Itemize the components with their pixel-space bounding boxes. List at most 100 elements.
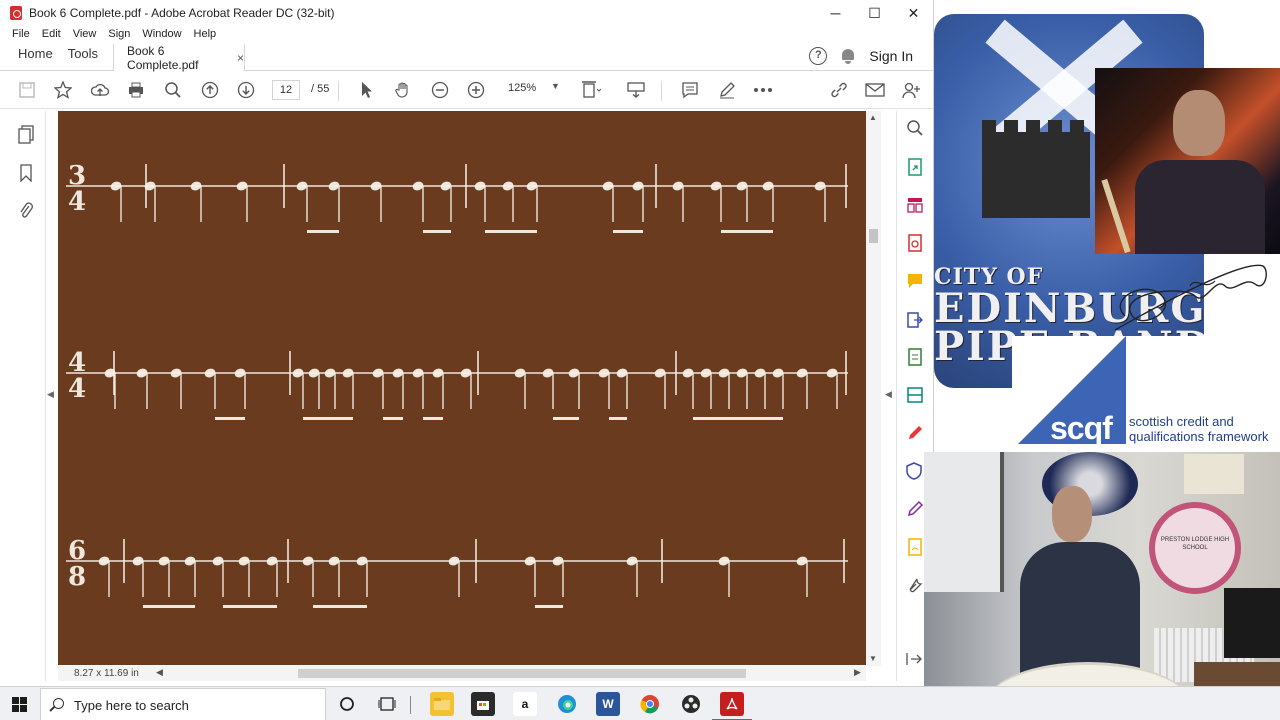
scan-ocr-icon[interactable] xyxy=(906,386,926,406)
attachment-icon[interactable] xyxy=(16,201,36,221)
pen-icon[interactable] xyxy=(716,79,738,101)
scroll-right-icon[interactable]: ▶ xyxy=(854,667,861,678)
time-signature-bottom: 8 xyxy=(68,562,86,592)
bagpipe-drone xyxy=(1101,178,1131,254)
menu-view[interactable]: View xyxy=(73,28,97,40)
scroll-down-icon[interactable]: ▼ xyxy=(869,654,877,663)
email-icon[interactable] xyxy=(864,79,886,101)
page-thumbnails-icon[interactable] xyxy=(16,125,36,145)
minimize-button[interactable]: ─ xyxy=(816,5,855,22)
note-beam xyxy=(303,417,353,420)
note-beam xyxy=(313,605,367,608)
zoom-tool-icon[interactable] xyxy=(906,119,926,139)
page-number-input[interactable]: 12 xyxy=(272,80,300,100)
more-icon[interactable] xyxy=(752,79,774,101)
comment-tool-icon[interactable] xyxy=(906,272,926,292)
taskbar-search-input[interactable]: Type here to search xyxy=(40,688,326,720)
collapse-tools-icon[interactable] xyxy=(906,652,926,672)
tab-bar: Home Tools Book 6 Complete.pdf × ? Sign … xyxy=(0,42,933,72)
scroll-mode-icon[interactable] xyxy=(625,79,647,101)
note-beam xyxy=(383,417,403,420)
zoom-in-icon[interactable] xyxy=(465,79,487,101)
menu-help[interactable]: Help xyxy=(194,28,217,40)
left-panel-collapse-icon[interactable]: ◀ xyxy=(47,389,54,400)
edge-icon[interactable] xyxy=(555,692,579,716)
horizontal-scroll-thumb[interactable] xyxy=(298,669,746,678)
scroll-up-icon[interactable]: ▲ xyxy=(869,113,877,122)
window-controls: ─ ☐ ✕ xyxy=(816,5,933,22)
fill-sign-icon[interactable] xyxy=(906,424,926,444)
school-sign: PRESTON LODGE HIGH SCHOOL xyxy=(1149,502,1241,594)
right-panel-collapse-icon[interactable]: ◀ xyxy=(885,389,892,400)
star-icon[interactable] xyxy=(52,79,74,101)
horizontal-scrollbar[interactable]: 8.27 x 11.69 in ◀ ▶ xyxy=(58,666,866,681)
print-icon[interactable] xyxy=(125,79,147,101)
send-for-signature-icon[interactable] xyxy=(906,538,926,558)
compress-pdf-icon[interactable] xyxy=(906,348,926,368)
vertical-scroll-thumb[interactable] xyxy=(869,229,878,243)
create-pdf-icon[interactable] xyxy=(906,234,926,254)
menu-window[interactable]: Window xyxy=(142,28,181,40)
acrobat-icon[interactable] xyxy=(712,692,752,720)
fit-page-icon[interactable] xyxy=(580,79,602,101)
share-user-icon[interactable] xyxy=(900,79,922,101)
save-icon[interactable] xyxy=(16,79,38,101)
chrome-icon[interactable] xyxy=(638,692,662,716)
select-icon[interactable] xyxy=(356,79,378,101)
note-beam xyxy=(693,417,783,420)
export-pdf-icon[interactable] xyxy=(906,158,926,178)
scqf-caption-line1: scottish credit and xyxy=(1129,414,1234,429)
search-icon xyxy=(53,698,64,709)
more-tools-icon[interactable] xyxy=(906,576,926,596)
word-icon[interactable]: W xyxy=(596,692,620,716)
scroll-left-icon[interactable]: ◀ xyxy=(156,667,163,678)
obs-icon[interactable] xyxy=(679,692,703,716)
comment-icon[interactable] xyxy=(679,79,701,101)
maximize-button[interactable]: ☐ xyxy=(855,5,894,22)
close-button[interactable]: ✕ xyxy=(894,5,933,22)
notification-bell-icon[interactable] xyxy=(841,48,855,64)
amazon-icon[interactable]: a xyxy=(513,692,537,716)
organize-pages-icon[interactable] xyxy=(906,196,926,216)
note-beam xyxy=(223,605,277,608)
tab-close-icon[interactable]: × xyxy=(237,51,244,65)
instructor-head xyxy=(1052,486,1092,542)
next-page-icon[interactable] xyxy=(235,79,257,101)
vertical-scrollbar[interactable]: ▲ ▼ xyxy=(866,111,881,666)
protect-icon[interactable] xyxy=(906,462,926,482)
pdf-page-view[interactable]: 344468 xyxy=(58,111,866,665)
note-beam xyxy=(423,417,443,420)
task-view-icon[interactable] xyxy=(375,692,399,716)
menu-edit[interactable]: Edit xyxy=(42,28,61,40)
link-icon[interactable] xyxy=(828,79,850,101)
menu-file[interactable]: File xyxy=(12,28,30,40)
store-icon[interactable] xyxy=(471,692,495,716)
cortana-icon[interactable] xyxy=(335,692,359,716)
help-icon[interactable]: ? xyxy=(809,46,828,65)
main-toolbar: 12 / 55 125% ▼ xyxy=(0,71,933,109)
start-button-icon[interactable] xyxy=(12,697,27,712)
file-explorer-icon[interactable] xyxy=(430,692,454,716)
edit-pdf-icon[interactable] xyxy=(906,500,926,520)
hand-icon[interactable] xyxy=(392,79,414,101)
zoom-out-icon[interactable] xyxy=(429,79,451,101)
title-bar: Book 6 Complete.pdf - Adobe Acrobat Read… xyxy=(0,0,933,26)
windows-taskbar: Type here to search a W xyxy=(0,686,1280,720)
tab-tools[interactable]: Tools xyxy=(64,46,109,70)
search-icon[interactable] xyxy=(162,79,184,101)
menu-bar: File Edit View Sign Window Help xyxy=(0,26,933,42)
bookmark-icon[interactable] xyxy=(16,164,36,184)
combine-files-icon[interactable] xyxy=(906,310,926,330)
window-title: Book 6 Complete.pdf - Adobe Acrobat Read… xyxy=(29,6,335,20)
upload-icon[interactable] xyxy=(89,79,111,101)
menu-sign[interactable]: Sign xyxy=(108,28,130,40)
prev-page-icon[interactable] xyxy=(199,79,221,101)
piper-head xyxy=(1173,90,1225,156)
time-signature-bottom: 4 xyxy=(68,187,86,217)
zoom-level-input[interactable]: 125% xyxy=(508,82,536,94)
tab-document[interactable]: Book 6 Complete.pdf × xyxy=(113,44,246,72)
sign-in-button[interactable]: Sign In xyxy=(869,48,913,64)
time-signature-bottom: 4 xyxy=(68,374,86,404)
tab-home[interactable]: Home xyxy=(0,46,64,70)
zoom-dropdown-icon[interactable]: ▼ xyxy=(551,81,560,91)
